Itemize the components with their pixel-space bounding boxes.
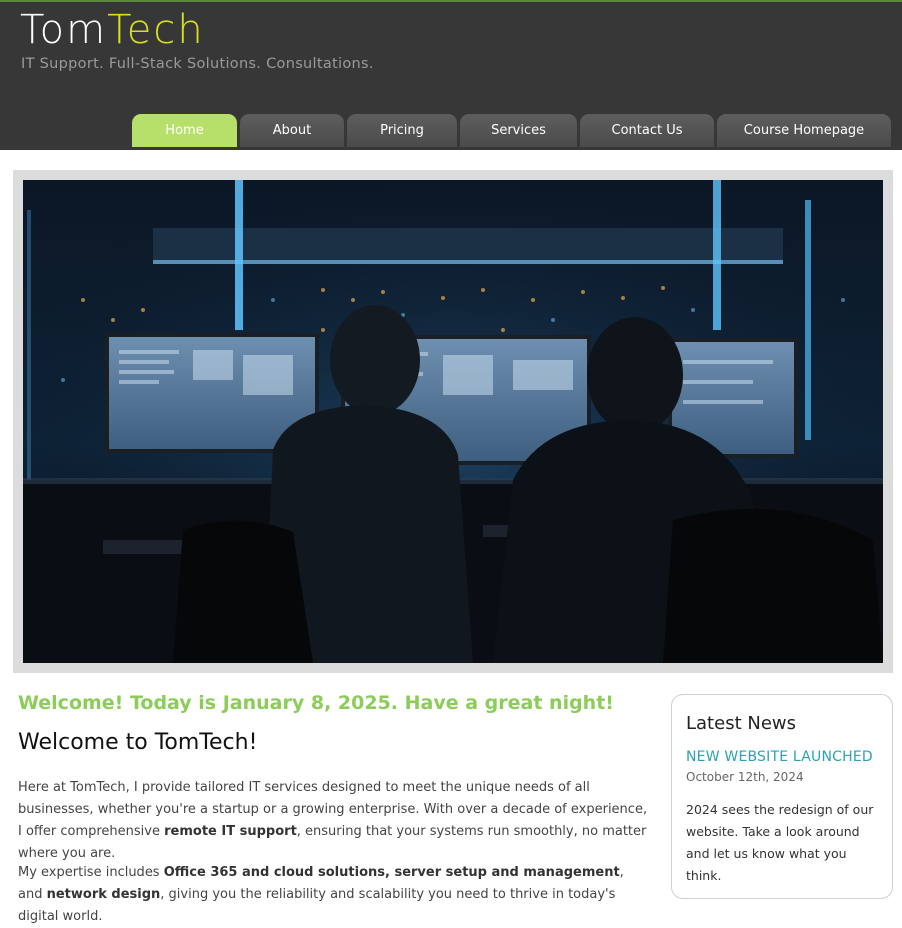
expertise-highlight-network: network design bbox=[46, 887, 161, 902]
nav-tab-course-homepage[interactable]: Course Homepage bbox=[717, 114, 891, 147]
news-item-title-link[interactable]: NEW WEBSITE LAUNCHED bbox=[686, 749, 873, 765]
hero-frame bbox=[13, 170, 893, 673]
date-greeting: Welcome! Today is January 8, 2025. Have … bbox=[18, 692, 614, 714]
news-item-date: October 12th, 2024 bbox=[686, 770, 804, 784]
nav-tab-services[interactable]: Services bbox=[460, 114, 577, 147]
logo-text-part2: Tech bbox=[107, 7, 205, 53]
news-item-body: 2024 sees the redesign of our website. T… bbox=[686, 802, 874, 883]
intro-highlight-remote-support: remote IT support bbox=[164, 824, 297, 839]
hero-image bbox=[23, 180, 883, 663]
nav-tab-home[interactable]: Home bbox=[132, 114, 237, 147]
news-heading: Latest News bbox=[686, 713, 796, 734]
expertise-highlight-cloud: Office 365 and cloud solutions, server s… bbox=[163, 865, 620, 880]
nav-tab-pricing[interactable]: Pricing bbox=[347, 114, 457, 147]
site-logo[interactable]: TomTech bbox=[20, 6, 205, 54]
intro-paragraph: Here at TomTech, I provide tailored IT s… bbox=[18, 777, 648, 865]
expertise-paragraph: My expertise includes Office 365 and clo… bbox=[18, 862, 648, 928]
site-header: TomTech IT Support. Full-Stack Solutions… bbox=[0, 0, 902, 150]
page-title: Welcome to TomTech! bbox=[18, 730, 258, 755]
site-tagline: IT Support. Full-Stack Solutions. Consul… bbox=[21, 56, 374, 72]
expertise-text-a: My expertise includes bbox=[18, 865, 164, 880]
nav-tab-about[interactable]: About bbox=[240, 114, 344, 147]
latest-news-panel: Latest News NEW WEBSITE LAUNCHED October… bbox=[671, 694, 893, 899]
logo-text-part1: Tom bbox=[20, 7, 108, 53]
main-nav: Home About Pricing Services Contact Us C… bbox=[0, 114, 902, 150]
nav-tab-contact-us[interactable]: Contact Us bbox=[580, 114, 714, 147]
